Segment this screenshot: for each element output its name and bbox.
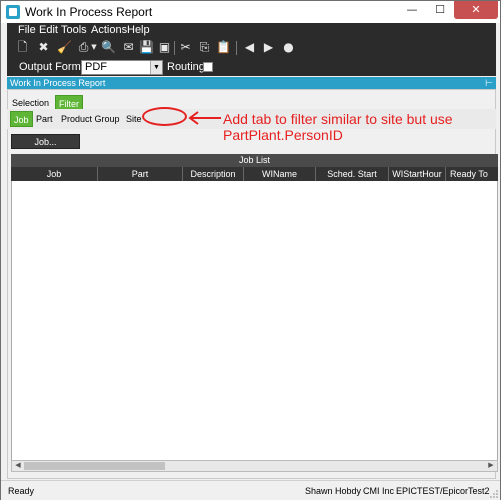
toolbar-separator	[236, 41, 237, 55]
clear-icon[interactable]: 🧹	[57, 40, 72, 55]
scroll-thumb[interactable]	[24, 462, 165, 470]
job-list-grid[interactable]	[11, 181, 498, 460]
new-icon[interactable]: 🗋	[15, 40, 30, 55]
grid-header: Job Part Description WIName Sched. Start…	[11, 167, 498, 181]
maximize-button[interactable]: ☐	[426, 1, 454, 19]
subtab-part[interactable]: Part	[33, 111, 56, 127]
save-layout-icon[interactable]: 💾	[139, 40, 154, 55]
menu-tools[interactable]: Tools	[61, 24, 87, 36]
annotation-circle	[142, 107, 187, 126]
column-header[interactable]: Job	[11, 167, 98, 181]
output-format-label: Output Format	[19, 61, 90, 73]
panel-title: Work In Process Report ⊢	[7, 77, 496, 89]
column-header[interactable]: WIName	[244, 167, 316, 181]
annotation-note: Add tab to filter similar to site but us…	[223, 111, 453, 143]
print-dropdown-icon[interactable]: ▼	[90, 40, 98, 55]
column-header[interactable]: Ready To	[446, 167, 498, 181]
status-server: EPICTEST/EpicorTest2	[396, 486, 490, 496]
cut-icon[interactable]: ✂	[178, 40, 193, 55]
grid-title: Job List	[11, 154, 498, 167]
options-bar: Output Format PDF ▼ Routing	[7, 59, 496, 76]
subtab-product-group[interactable]: Product Group	[58, 111, 123, 127]
delete-icon[interactable]: ✖	[36, 40, 51, 55]
minimize-button[interactable]: —	[398, 1, 426, 19]
menu-help[interactable]: Help	[127, 24, 150, 36]
toolbar-separator	[174, 41, 175, 55]
copy-icon[interactable]: ⎘	[197, 40, 212, 55]
annotation-arrow-icon	[188, 111, 221, 125]
status-user: Shawn Hobdy	[305, 486, 362, 496]
column-header[interactable]: Sched. Start	[316, 167, 389, 181]
output-format-value: PDF	[85, 61, 107, 73]
forward-icon[interactable]: ▶	[261, 40, 276, 55]
close-button[interactable]: ✕	[454, 1, 498, 19]
title-bar: Work In Process Report — ☐ ✕	[1, 1, 500, 23]
pin-icon[interactable]: ⊢	[485, 77, 493, 89]
print-icon[interactable]: ⎙	[76, 40, 91, 55]
subtab-site[interactable]: Site	[123, 111, 145, 127]
status-bar: Ready Shawn Hobdy CMI Inc EPICTEST/Epico…	[1, 480, 500, 500]
routing-label: Routing	[167, 61, 205, 73]
menu-file[interactable]: File	[18, 24, 36, 36]
scroll-right-icon[interactable]: ▶	[486, 461, 496, 471]
horizontal-scrollbar[interactable]: ◀ ▶	[11, 460, 498, 472]
app-icon	[6, 5, 20, 19]
window-title: Work In Process Report	[25, 5, 153, 19]
output-format-select[interactable]: PDF ▼	[81, 60, 163, 75]
menu-actions[interactable]: Actions	[91, 24, 127, 36]
paste-icon[interactable]: 📋	[216, 40, 231, 55]
column-header[interactable]: WIStartHour	[389, 167, 446, 181]
menu-edit[interactable]: Edit	[39, 24, 58, 36]
email-icon[interactable]: ✉	[121, 40, 136, 55]
scroll-left-icon[interactable]: ◀	[13, 461, 23, 471]
column-header[interactable]: Part	[98, 167, 183, 181]
print-preview-icon[interactable]: 🔍	[101, 40, 116, 55]
toolbar: 🗋 ✖ 🧹 ⎙ ▼ 🔍 ✉ 💾 ▣ ✂ ⎘ 📋 ◀ ▶ ●	[7, 37, 496, 59]
subtab-job[interactable]: Job	[10, 111, 33, 127]
panel-title-text: Work In Process Report	[10, 78, 106, 88]
status-company: CMI Inc	[363, 486, 395, 496]
menu-bar: File Edit Tools Actions Help	[7, 23, 496, 37]
submit-icon[interactable]: ▣	[157, 40, 172, 55]
routing-checkbox[interactable]	[203, 62, 213, 72]
resize-grip-icon[interactable]	[490, 490, 498, 498]
back-icon[interactable]: ◀	[242, 40, 257, 55]
column-header[interactable]: Description	[183, 167, 244, 181]
status-ready: Ready	[8, 486, 35, 496]
chevron-down-icon[interactable]: ▼	[150, 61, 162, 74]
job-search-button[interactable]: Job...	[11, 134, 80, 149]
app-window: Work In Process Report — ☐ ✕ File Edit T…	[0, 0, 501, 500]
stop-icon[interactable]: ●	[281, 40, 296, 55]
